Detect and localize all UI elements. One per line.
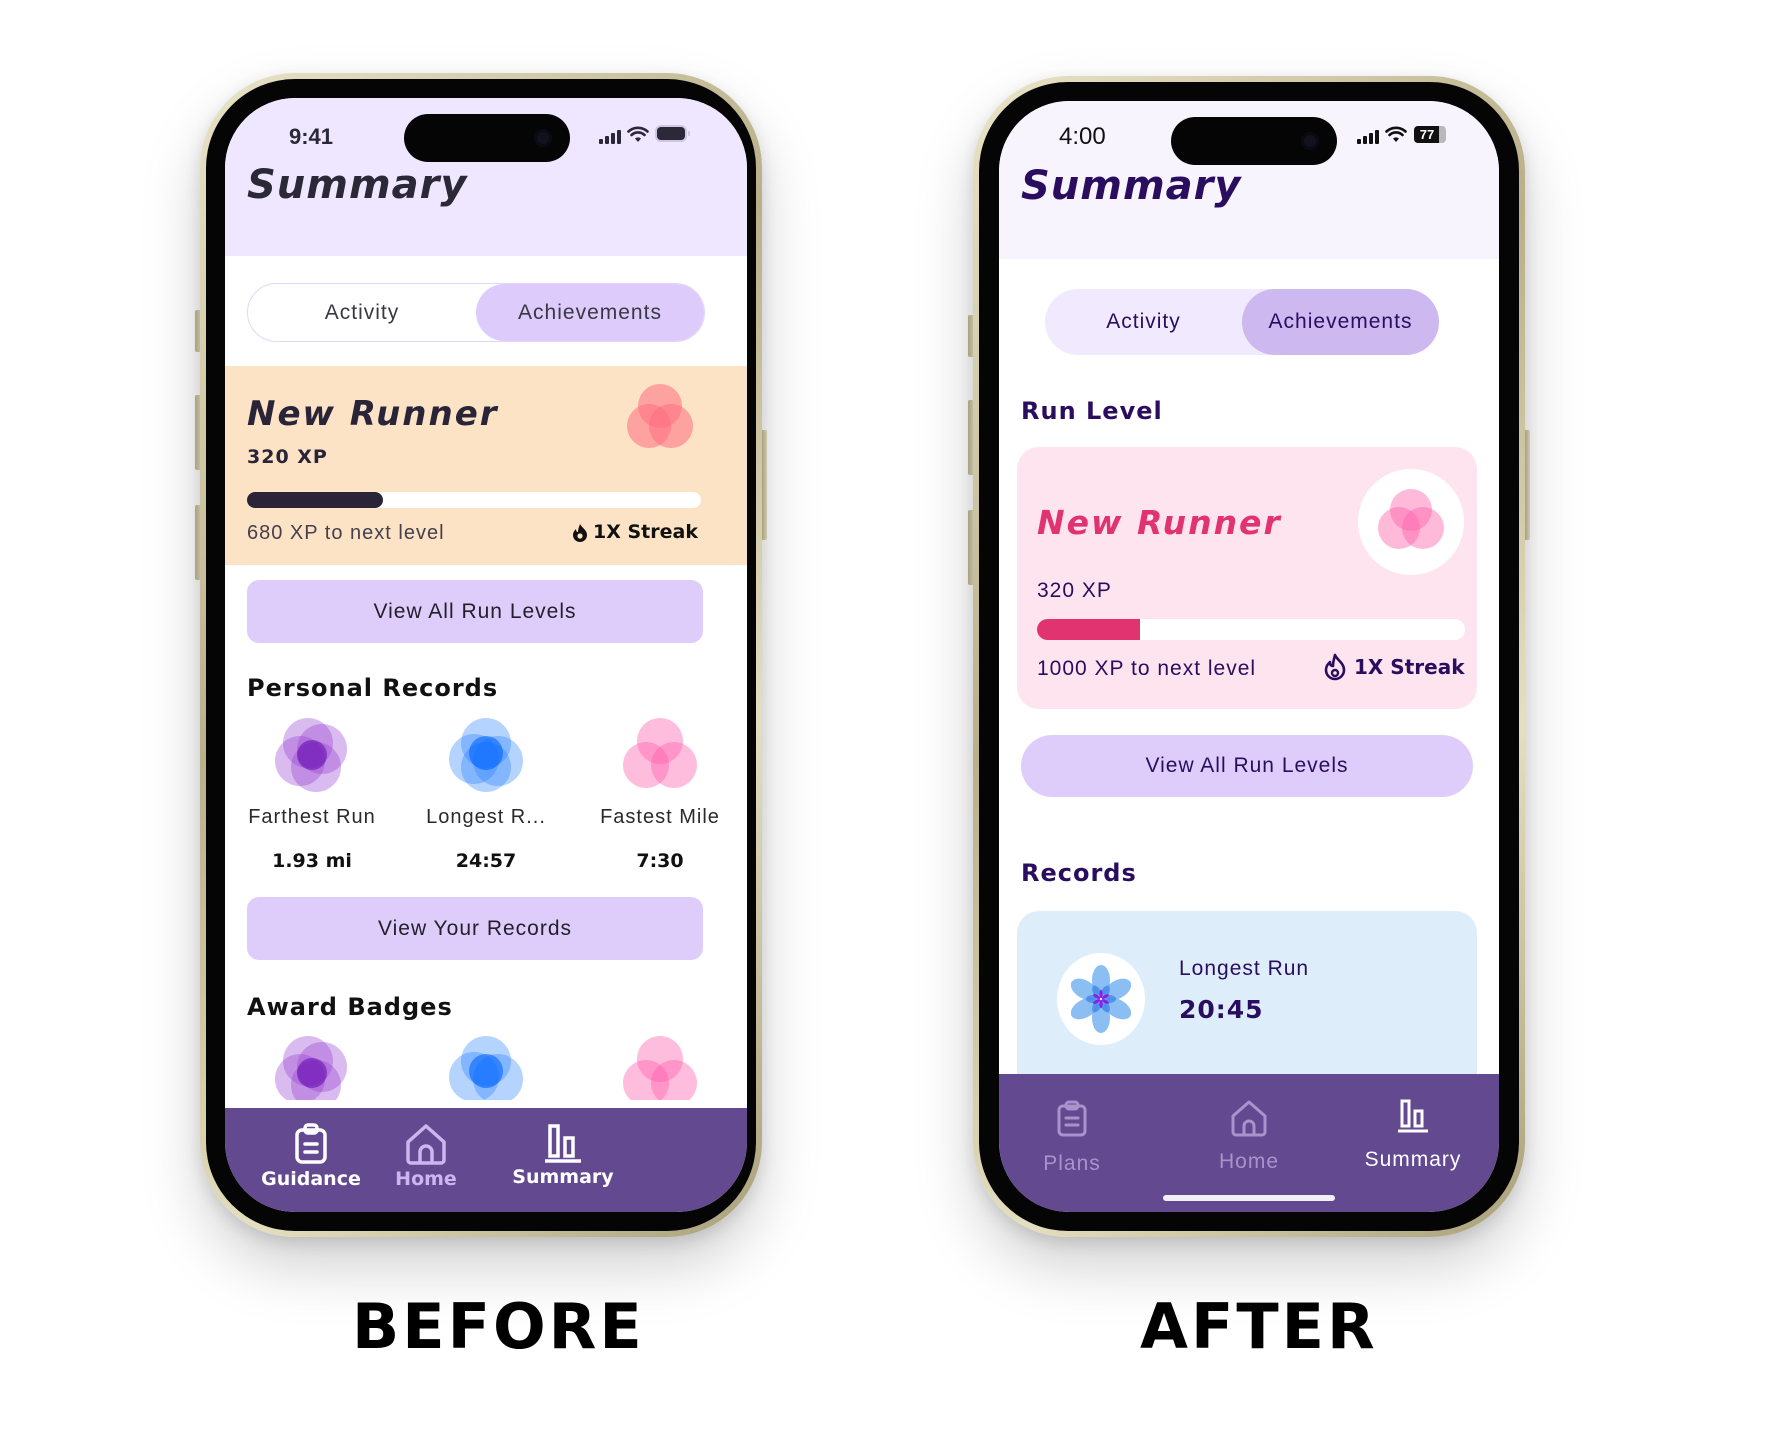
streak: 1X Streak bbox=[570, 521, 698, 543]
run-level-heading: Run Level bbox=[1021, 397, 1163, 425]
pink-flower-badge-icon bbox=[1378, 489, 1444, 555]
cellular-signal-icon bbox=[1357, 130, 1379, 144]
camera-icon bbox=[534, 129, 552, 147]
clipboard-icon bbox=[295, 1123, 327, 1164]
page-title: Summary bbox=[247, 162, 468, 208]
xp-progress-track bbox=[1037, 619, 1465, 640]
badge-circle bbox=[1358, 469, 1464, 575]
record-item[interactable]: Farthest Run 1.93 mi bbox=[225, 718, 399, 898]
pink-flower-badge-icon[interactable] bbox=[623, 1036, 697, 1100]
tab-label: Plans bbox=[1043, 1152, 1101, 1175]
battery-cap bbox=[688, 131, 690, 136]
record-label: Longest R... bbox=[426, 806, 546, 828]
tab-label: Guidance bbox=[261, 1168, 361, 1190]
record-item[interactable]: Fastest Mile 7:30 bbox=[573, 718, 747, 898]
tab-label: Summary bbox=[1364, 1148, 1462, 1171]
phone-screen-after: 4:00 77 Summary Activity Achievements Ru… bbox=[999, 101, 1499, 1212]
streak-label: 1X Streak bbox=[593, 521, 698, 543]
record-value: 1.93 mi bbox=[272, 850, 352, 872]
record-label: Farthest Run bbox=[248, 806, 376, 828]
blue-flower-badge-icon bbox=[449, 718, 523, 792]
tab-bar: Guidance Home Summary bbox=[225, 1108, 747, 1212]
status-time: 9:41 bbox=[289, 124, 334, 149]
run-level-card: New Runner 320 XP 1000 XP to next level … bbox=[1017, 447, 1477, 709]
dynamic-island bbox=[1171, 117, 1337, 165]
home-indicator[interactable] bbox=[1163, 1195, 1335, 1201]
tab-plans[interactable]: Plans bbox=[1027, 1100, 1117, 1176]
view-your-records-button[interactable]: View Your Records bbox=[247, 897, 703, 960]
battery-level: 77 bbox=[1419, 127, 1435, 142]
bar-chart-icon bbox=[1398, 1099, 1428, 1133]
run-level-title: New Runner bbox=[1037, 503, 1282, 542]
streak-label: 1X Streak bbox=[1354, 655, 1465, 679]
after-label: AFTER bbox=[1140, 1290, 1378, 1363]
xp-progress-fill bbox=[1037, 619, 1140, 640]
records-heading: Records bbox=[1021, 859, 1137, 887]
before-label: BEFORE bbox=[352, 1290, 645, 1363]
record-label: Longest Run bbox=[1179, 957, 1310, 980]
purple-flower-badge-icon bbox=[275, 718, 349, 792]
purple-flower-badge-icon[interactable] bbox=[275, 1036, 349, 1100]
record-value: 7:30 bbox=[636, 850, 684, 872]
camera-icon bbox=[1301, 132, 1319, 150]
tab-summary[interactable]: Summary bbox=[1343, 1098, 1483, 1172]
cellular-signal-icon bbox=[599, 130, 621, 144]
phone-screen-before: 9:41 Summary Activity Achievements New R… bbox=[225, 98, 747, 1212]
home-icon bbox=[406, 1124, 446, 1165]
xp-progress-fill bbox=[247, 492, 384, 508]
wifi-icon bbox=[627, 126, 649, 142]
tab-label: Home bbox=[1218, 1150, 1280, 1173]
record-item[interactable]: Longest R... 24:57 bbox=[399, 718, 573, 898]
segmented-control: Activity Achievements bbox=[1045, 289, 1439, 355]
pink-flower-badge-icon bbox=[623, 718, 697, 792]
award-badges-heading: Award Badges bbox=[247, 993, 453, 1021]
badge-circle bbox=[1057, 953, 1145, 1045]
next-level-text: 1000 XP to next level bbox=[1037, 657, 1257, 680]
run-level-title: New Runner bbox=[247, 394, 499, 434]
record-value: 20:45 bbox=[1179, 995, 1264, 1024]
tab-home[interactable]: Home bbox=[366, 1122, 486, 1190]
tab-guidance[interactable]: Guidance bbox=[251, 1122, 371, 1190]
blue-flower-badge-icon[interactable] bbox=[449, 1036, 523, 1100]
view-all-run-levels-button[interactable]: View All Run Levels bbox=[247, 580, 703, 643]
battery-icon bbox=[657, 127, 685, 140]
xp-value: 320 XP bbox=[1037, 579, 1112, 602]
tab-label: Summary bbox=[512, 1166, 614, 1188]
streak: 1X Streak bbox=[1322, 653, 1465, 681]
clipboard-icon bbox=[1057, 1100, 1087, 1137]
xp-progress-track bbox=[247, 492, 701, 508]
bar-chart-icon bbox=[545, 1124, 581, 1163]
personal-records-heading: Personal Records bbox=[247, 674, 499, 702]
flame-icon bbox=[1324, 653, 1346, 681]
xp-value: 320 XP bbox=[247, 446, 328, 468]
tab-activity[interactable]: Activity bbox=[248, 284, 476, 341]
next-level-text: 680 XP to next level bbox=[247, 522, 445, 544]
segmented-control: Activity Achievements bbox=[247, 283, 705, 342]
record-label: Fastest Mile bbox=[600, 806, 720, 828]
records-row: Farthest Run 1.93 mi Longest R... 24:57 … bbox=[225, 718, 747, 898]
award-badges-row bbox=[225, 1036, 747, 1100]
tab-home[interactable]: Home bbox=[1189, 1098, 1309, 1174]
tab-achievements[interactable]: Achievements bbox=[1242, 289, 1439, 355]
battery-icon: 77 bbox=[1414, 126, 1446, 143]
status-time: 4:00 bbox=[1059, 123, 1106, 150]
pink-flower-badge-icon bbox=[627, 384, 693, 450]
tab-label: Home bbox=[395, 1168, 457, 1190]
dynamic-island bbox=[404, 114, 570, 162]
wifi-icon bbox=[1385, 126, 1407, 142]
tab-activity[interactable]: Activity bbox=[1045, 289, 1242, 355]
run-level-card: New Runner 320 XP 680 XP to next level 1… bbox=[225, 366, 747, 565]
flame-icon bbox=[573, 524, 587, 542]
tab-summary[interactable]: Summary bbox=[493, 1122, 633, 1188]
home-icon bbox=[1231, 1100, 1267, 1137]
view-all-run-levels-button[interactable]: View All Run Levels bbox=[1021, 735, 1473, 797]
tab-bar: Plans Home Summary bbox=[999, 1074, 1499, 1212]
page-title: Summary bbox=[1021, 163, 1242, 209]
record-value: 24:57 bbox=[455, 850, 517, 872]
tab-achievements[interactable]: Achievements bbox=[476, 284, 704, 341]
blue-lotus-badge-icon bbox=[1071, 965, 1131, 1033]
